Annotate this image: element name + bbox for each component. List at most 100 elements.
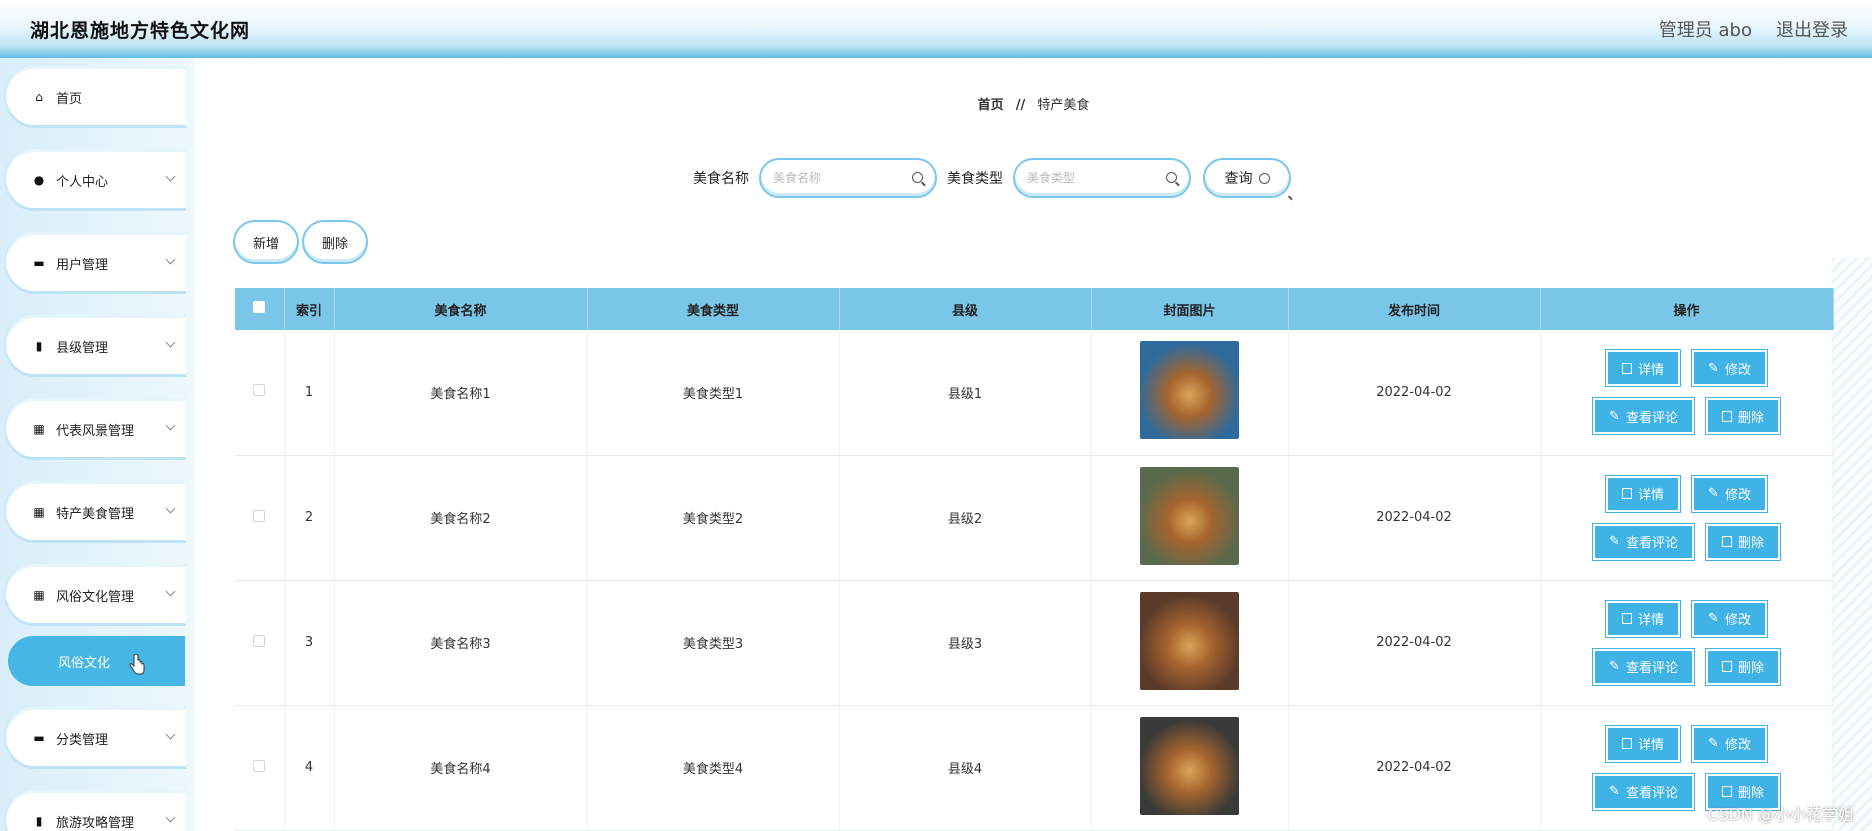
bag-icon: ▮ bbox=[35, 814, 43, 828]
sidebar-subitem-custom-culture[interactable]: 风俗文化 bbox=[8, 636, 185, 686]
batch-delete-button[interactable]: 删除 bbox=[302, 220, 368, 264]
county-cell: 县级3 bbox=[839, 580, 1092, 706]
home-icon: ⌂ bbox=[35, 90, 43, 104]
operations-cell: 详情 ✎ 修改 ✎ 查看评论 删除 bbox=[1540, 580, 1834, 706]
cover-image[interactable] bbox=[1140, 591, 1239, 690]
detail-button[interactable]: 详情 bbox=[1605, 349, 1682, 388]
sidebar-item-personal-center[interactable]: ● 个人中心 bbox=[4, 149, 186, 211]
edit-button[interactable]: ✎ 修改 bbox=[1691, 349, 1768, 388]
sidebar-item-food-management[interactable]: ▦ 特产美食管理 bbox=[4, 481, 186, 543]
publish-date-cell: 2022-04-02 bbox=[1288, 580, 1541, 706]
sidebar-item-county-management[interactable]: ▮ 县级管理 bbox=[4, 315, 186, 377]
cover-image[interactable] bbox=[1140, 466, 1239, 565]
watermark-text: CSDN @小小花学姐 bbox=[1707, 805, 1854, 824]
breadcrumb-current: 特产美食 bbox=[1037, 98, 1090, 113]
sidebar-item-custom-culture-management[interactable]: ▦ 风俗文化管理 bbox=[4, 564, 186, 626]
search-icon bbox=[1258, 172, 1270, 184]
operations-cell: 详情 ✎ 修改 ✎ 查看评论 删除 bbox=[1540, 330, 1834, 456]
delete-button[interactable]: 删除 bbox=[1704, 522, 1781, 561]
current-user: 管理员 abo bbox=[1658, 20, 1752, 41]
document-icon bbox=[1622, 738, 1633, 749]
delete-button[interactable]: 删除 bbox=[1704, 397, 1781, 436]
action-bar: 新增 删除 bbox=[233, 220, 368, 264]
row-select-cell bbox=[235, 580, 285, 706]
view-comments-button[interactable]: ✎ 查看评论 bbox=[1592, 397, 1695, 436]
select-all-checkbox[interactable] bbox=[253, 301, 266, 313]
sidebar-item-home[interactable]: ⌂ 首页 bbox=[4, 66, 186, 128]
document-icon bbox=[1622, 362, 1633, 374]
sidebar-item-label: 风俗文化管理 bbox=[56, 589, 135, 605]
food-type-input[interactable] bbox=[1027, 171, 1167, 185]
sidebar-item-travel-guide-management[interactable]: ▮ 旅游攻略管理 bbox=[4, 790, 186, 831]
breadcrumb-separator: // bbox=[1015, 98, 1026, 113]
pencil-icon: ✎ bbox=[1609, 534, 1620, 549]
column-header: 操作 bbox=[1540, 288, 1834, 330]
food-type-cell: 美食类型1 bbox=[587, 330, 840, 456]
chevron-down-icon bbox=[165, 729, 176, 740]
edit-button[interactable]: ✎ 修改 bbox=[1691, 599, 1768, 638]
main-content: 首页 // 特产美食 美食名称 美食类型 查询 新增 删除 bbox=[195, 58, 1872, 831]
chevron-down-icon bbox=[165, 171, 176, 182]
sidebar-item-label: 特产美食管理 bbox=[56, 506, 135, 522]
row-checkbox[interactable] bbox=[253, 384, 266, 397]
sidebar-item-scenery-management[interactable]: ▦ 代表风景管理 bbox=[4, 398, 186, 460]
cover-image[interactable] bbox=[1140, 341, 1239, 440]
query-button-label: 查询 bbox=[1224, 171, 1253, 187]
table-row: 3 美食名称3 美食类型3 县级3 2022-04-02 详情 ✎ 修改 ✎ 查看评… bbox=[235, 580, 1834, 706]
row-checkbox[interactable] bbox=[253, 759, 266, 772]
sidebar-item-label: 用户管理 bbox=[56, 257, 109, 273]
row-select-cell bbox=[235, 705, 285, 831]
breadcrumb: 首页 // 特产美食 bbox=[195, 94, 1872, 113]
decorative-stripes bbox=[1832, 258, 1872, 831]
detail-button[interactable]: 详情 bbox=[1605, 474, 1682, 513]
county-cell: 县级4 bbox=[839, 705, 1092, 831]
row-select-cell bbox=[235, 330, 285, 456]
table-row: 2 美食名称2 美食类型2 县级2 2022-04-02 详情 ✎ 修改 ✎ 查看评… bbox=[235, 455, 1834, 581]
delete-button-label: 删除 bbox=[1737, 786, 1764, 801]
top-header: 湖北恩施地方特色文化网 管理员 abo 退出登录 bbox=[0, 0, 1872, 58]
food-name-cell: 美食名称4 bbox=[334, 705, 588, 831]
detail-button-label: 详情 bbox=[1638, 613, 1665, 628]
detail-button[interactable]: 详情 bbox=[1605, 599, 1682, 638]
sidebar-item-category-management[interactable]: ▬ 分类管理 bbox=[4, 707, 186, 769]
add-button[interactable]: 新增 bbox=[233, 220, 299, 264]
query-button[interactable]: 查询 bbox=[1203, 158, 1291, 198]
delete-button-label: 删除 bbox=[1737, 410, 1764, 426]
food-table: 索引 美食名称 美食类型 县级 封面图片 发布时间 操作 1 美食名称1 美食类… bbox=[235, 288, 1834, 831]
edit-button[interactable]: ✎ 修改 bbox=[1691, 724, 1768, 763]
view-comments-button[interactable]: ✎ 查看评论 bbox=[1592, 522, 1695, 561]
view-comments-button[interactable]: ✎ 查看评论 bbox=[1592, 772, 1695, 811]
document-icon bbox=[1622, 613, 1633, 624]
chevron-down-icon bbox=[165, 812, 176, 823]
column-header: 封面图片 bbox=[1091, 288, 1289, 330]
pencil-icon: ✎ bbox=[1708, 611, 1719, 626]
food-name-cell: 美食名称1 bbox=[334, 330, 588, 456]
index-cell: 1 bbox=[284, 330, 335, 456]
food-type-cell: 美食类型2 bbox=[587, 455, 840, 581]
detail-button[interactable]: 详情 bbox=[1605, 724, 1682, 763]
publish-date-cell: 2022-04-02 bbox=[1288, 330, 1541, 456]
edit-button[interactable]: ✎ 修改 bbox=[1691, 474, 1768, 513]
apps-icon: ▦ bbox=[33, 505, 45, 519]
sidebar-subitem-label: 风俗文化 bbox=[58, 655, 111, 671]
pencil-icon: ✎ bbox=[1708, 486, 1719, 501]
edit-button-label: 修改 bbox=[1724, 738, 1751, 753]
row-checkbox[interactable] bbox=[253, 634, 266, 647]
delete-button[interactable]: 删除 bbox=[1704, 647, 1781, 686]
sidebar: ⌂ 首页 ● 个人中心 ▬ 用户管理 ▮ 县级管理 ▦ 代表风景管理 ▦ 特产美… bbox=[0, 58, 195, 831]
row-checkbox[interactable] bbox=[253, 509, 266, 522]
monitor-icon: ▬ bbox=[33, 731, 45, 745]
logout-link[interactable]: 退出登录 bbox=[1776, 16, 1848, 42]
chevron-down-icon bbox=[165, 254, 176, 265]
breadcrumb-home[interactable]: 首页 bbox=[978, 98, 1004, 113]
detail-button-label: 详情 bbox=[1638, 362, 1665, 378]
sidebar-item-label: 个人中心 bbox=[56, 174, 109, 190]
column-header: 美食名称 bbox=[334, 288, 588, 330]
sidebar-item-user-management[interactable]: ▬ 用户管理 bbox=[4, 232, 186, 294]
search-icon bbox=[1166, 172, 1177, 183]
food-name-input[interactable] bbox=[773, 171, 913, 185]
trash-icon bbox=[1721, 661, 1732, 672]
cover-image[interactable] bbox=[1140, 716, 1239, 815]
grid-icon: ▦ bbox=[33, 422, 45, 436]
view-comments-button[interactable]: ✎ 查看评论 bbox=[1592, 647, 1695, 686]
